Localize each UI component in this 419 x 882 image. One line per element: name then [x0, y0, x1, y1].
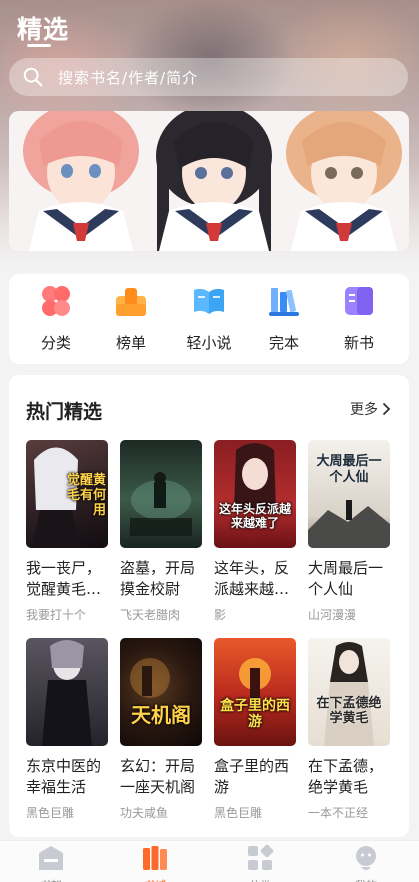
book-author: 黑色巨雕: [26, 806, 75, 820]
book-cover: 觉醒黄毛有何用: [26, 440, 108, 548]
search-placeholder: 搜索书名/作者/简介: [58, 68, 199, 87]
book-author: 飞天老腊肉: [120, 608, 181, 622]
book-title: 大周最后一个人仙: [308, 559, 384, 598]
hero-header: 精选 搜索书名/作者/简介: [0, 0, 419, 268]
open-book-icon: [194, 288, 224, 314]
more-link[interactable]: 更多: [350, 399, 391, 419]
book-card[interactable]: 觉醒黄毛有何用 我一丧尸，觉醒黄毛有何用？ 我要打十个: [26, 440, 108, 623]
tab-bookshelf[interactable]: 书架: [11, 843, 91, 882]
shortcut-label: 新书: [343, 334, 374, 352]
book-card[interactable]: 这年头反派越来越难了 这年头，反派越来越难了 影: [214, 440, 296, 623]
book-card[interactable]: 大周最后一个人仙 大周最后一个人仙 山河漫漫: [308, 440, 390, 623]
book-author: 山河漫漫: [308, 608, 357, 622]
category-icon: [248, 844, 274, 870]
book-cover: 盒子里的西游: [214, 638, 296, 746]
book-card[interactable]: 天机阁 玄幻：开局一座天机阁 功夫咸鱼: [120, 638, 202, 821]
book-author: 黑色巨雕: [214, 806, 263, 820]
books-icon: [269, 288, 299, 316]
hot-picks-section: 热门精选 更多 觉醒黄毛有何用 我一丧尸，觉醒黄毛有何用？ 我要打十个: [9, 375, 409, 837]
book-author: 影: [214, 608, 227, 622]
more-label: 更多: [350, 402, 378, 418]
tab-label: 书架: [40, 877, 62, 882]
tab-profile[interactable]: 我的: [326, 843, 406, 882]
book-cover: 在下孟德绝学黄毛: [308, 638, 390, 746]
tab-label: 我的: [355, 877, 377, 882]
book-title: 玄幻：开局一座天机阁: [120, 757, 196, 796]
search-input[interactable]: 搜索书名/作者/简介: [9, 58, 408, 96]
shortcut-label: 完本: [268, 334, 299, 352]
book-cover: [120, 440, 202, 548]
grid-icon: [42, 286, 70, 316]
book-cover: 天机阁: [120, 638, 202, 746]
title-underline: [27, 44, 51, 47]
book-card[interactable]: 盗墓，开局摸金校尉 飞天老腊肉: [120, 440, 202, 623]
search-icon: [23, 67, 43, 87]
book-title: 东京中医的幸福生活: [26, 757, 102, 796]
shortcut-label: 榜单: [115, 334, 146, 352]
anime-girls-illustration: [9, 111, 409, 251]
book-card[interactable]: 在下孟德绝学黄毛 在下孟德，绝学黄毛 一本不正经: [308, 638, 390, 821]
book-title: 我一丧尸，觉醒黄毛有何用？: [26, 559, 102, 598]
book-author: 一本不正经: [308, 806, 369, 820]
tab-bookstore[interactable]: 书城: [115, 843, 195, 882]
book-title: 盒子里的西游: [214, 757, 290, 796]
banner-image[interactable]: [9, 111, 409, 251]
book-title: 盗墓，开局摸金校尉: [120, 559, 196, 598]
section-title: 热门精选: [26, 401, 103, 423]
shortcut-new-books[interactable]: 新书: [329, 284, 389, 356]
shortcut-ranking[interactable]: 榜单: [101, 284, 161, 356]
page-title: 精选: [17, 15, 70, 44]
tab-label: 书城: [144, 877, 166, 882]
book-title: 在下孟德，绝学黄毛: [308, 757, 384, 796]
book-author: 我要打十个: [26, 608, 87, 622]
trophy-icon: [116, 288, 146, 316]
category-shortcuts: 分类 榜单 轻小说 完本 新书: [9, 274, 409, 364]
book-title: 这年头，反派越来越难了: [214, 559, 290, 598]
book-cover: [26, 638, 108, 746]
book-card[interactable]: 东京中医的幸福生活 黑色巨雕: [26, 638, 108, 821]
tab-category[interactable]: 分类: [220, 843, 300, 882]
bottom-tab-bar: 书架 书城 分类 我的: [0, 840, 419, 882]
shortcut-light-novel[interactable]: 轻小说: [179, 284, 239, 356]
shortcut-category[interactable]: 分类: [26, 284, 86, 356]
new-book-icon: [345, 287, 373, 315]
bookstore-icon: [143, 846, 167, 870]
tab-label: 分类: [249, 877, 271, 882]
shortcut-completed[interactable]: 完本: [254, 284, 314, 356]
book-cover: 大周最后一个人仙: [308, 440, 390, 548]
shortcut-label: 分类: [40, 334, 71, 352]
book-author: 功夫咸鱼: [120, 806, 169, 820]
bookshelf-icon: [39, 846, 63, 870]
shortcut-label: 轻小说: [186, 334, 232, 352]
profile-icon: [356, 846, 376, 870]
book-cover: 这年头反派越来越难了: [214, 440, 296, 548]
chevron-right-icon: [382, 402, 391, 416]
book-card[interactable]: 盒子里的西游 盒子里的西游 黑色巨雕: [214, 638, 296, 821]
